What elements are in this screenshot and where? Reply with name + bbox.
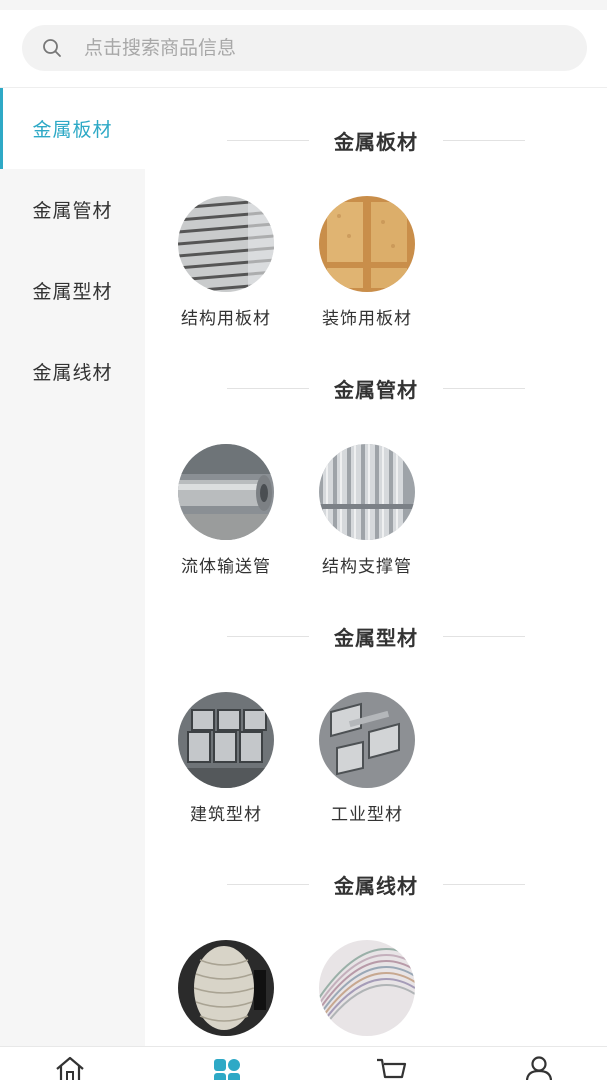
divider (227, 140, 309, 141)
bottom-tabbar (0, 1046, 607, 1080)
product-item[interactable]: 结构支撑管 (307, 444, 427, 577)
sidebar-item-sheet[interactable]: 金属板材 (0, 88, 145, 169)
category-icon (214, 1059, 240, 1080)
section-title: 金属管材 (334, 378, 418, 402)
product-item[interactable]: 结构用板材 (166, 196, 286, 329)
divider (443, 884, 525, 885)
sidebar-item-label: 金属管材 (32, 200, 113, 222)
sidebar-item-label: 金属线材 (32, 362, 113, 384)
section-header: 金属型材 (145, 616, 607, 656)
sidebar-item-label: 金属型材 (32, 281, 113, 303)
product-image (319, 196, 415, 292)
divider (443, 388, 525, 389)
section-title: 金属线材 (334, 874, 418, 898)
user-icon (525, 1056, 553, 1080)
category-content: 金属板材 结构用板材 装饰用板材 金属管材 流体输送管 结构支撑管 金属型材 建… (145, 88, 607, 1046)
divider (227, 388, 309, 389)
divider (443, 636, 525, 637)
divider (443, 140, 525, 141)
product-label: 流体输送管 (181, 557, 271, 577)
product-item[interactable] (307, 940, 427, 1046)
product-item[interactable] (166, 940, 286, 1046)
sidebar-item-wire[interactable]: 金属线材 (0, 331, 145, 412)
divider (227, 636, 309, 637)
product-image (178, 196, 274, 292)
divider (227, 884, 309, 885)
product-label: 结构支撑管 (322, 557, 412, 577)
section-title: 金属板材 (334, 130, 418, 154)
sidebar-item-pipe[interactable]: 金属管材 (0, 169, 145, 250)
sidebar-item-label: 金属板材 (32, 119, 113, 141)
product-image (319, 692, 415, 788)
product-image (178, 444, 274, 540)
section-header: 金属板材 (145, 120, 607, 160)
product-item[interactable]: 装饰用板材 (307, 196, 427, 329)
search-icon (43, 39, 61, 57)
product-image (178, 940, 274, 1036)
product-label: 装饰用板材 (322, 309, 412, 329)
section-header: 金属管材 (145, 368, 607, 408)
cart-icon (377, 1058, 407, 1079)
search-header (0, 10, 607, 88)
product-label: 结构用板材 (181, 309, 271, 329)
tab-cart[interactable] (371, 1055, 411, 1080)
product-image (319, 444, 415, 540)
product-item[interactable]: 流体输送管 (166, 444, 286, 577)
section-title: 金属型材 (334, 626, 418, 650)
category-sidebar: 金属板材 金属管材 金属型材 金属线材 (0, 88, 145, 1046)
section-header: 金属线材 (145, 864, 607, 904)
status-strip (0, 0, 607, 10)
tab-profile[interactable] (519, 1055, 559, 1080)
search-input[interactable] (84, 37, 524, 59)
search-bar[interactable] (22, 25, 587, 71)
tab-category[interactable] (207, 1055, 247, 1080)
product-image (319, 940, 415, 1036)
tab-home[interactable] (50, 1055, 90, 1080)
sidebar-item-profile[interactable]: 金属型材 (0, 250, 145, 331)
product-item[interactable]: 建筑型材 (166, 692, 286, 825)
home-icon (56, 1056, 84, 1080)
product-image (178, 692, 274, 788)
product-label: 工业型材 (331, 805, 403, 825)
product-item[interactable]: 工业型材 (307, 692, 427, 825)
product-label: 建筑型材 (190, 805, 262, 825)
